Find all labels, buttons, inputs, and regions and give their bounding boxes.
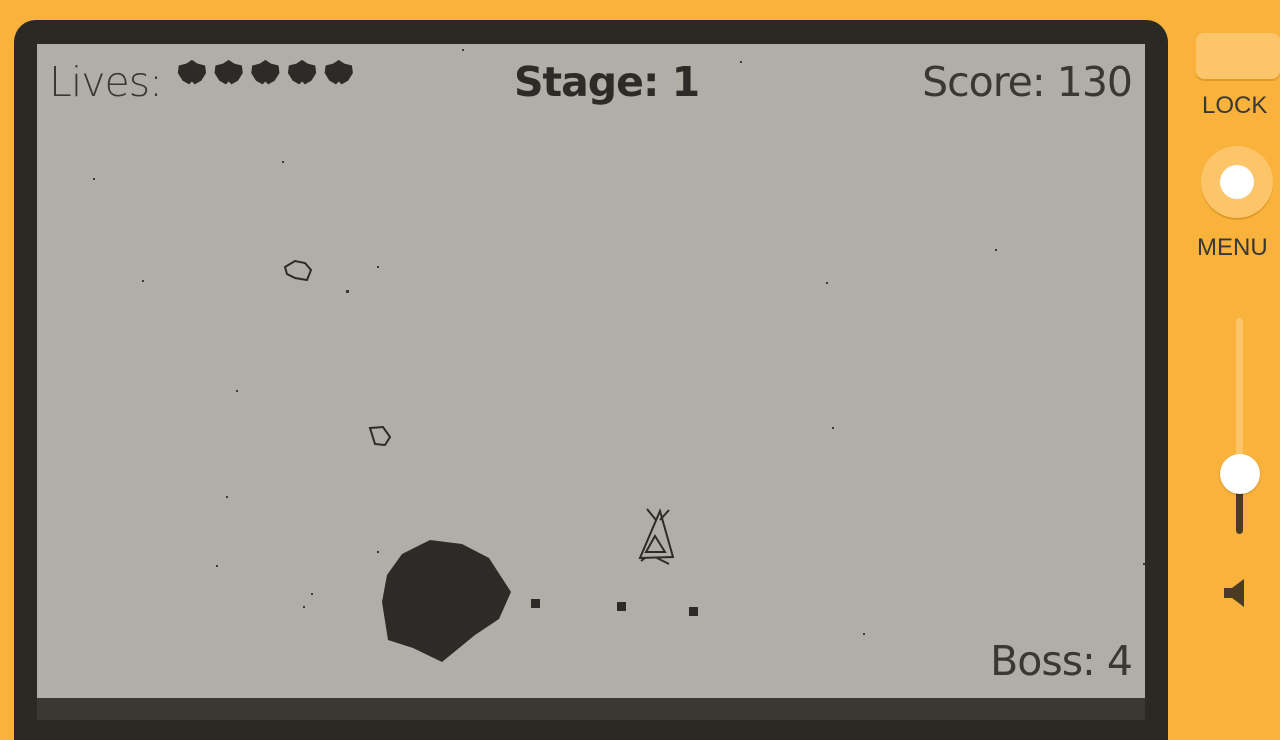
- lock-label: LOCK: [1202, 92, 1268, 119]
- star-field: [93, 49, 1145, 635]
- life-icon: [214, 59, 243, 85]
- life-icon: [324, 59, 353, 85]
- boss-counter: Boss: 4: [990, 637, 1133, 685]
- small-asteroid: [283, 259, 313, 282]
- volume-slider-knob[interactable]: [1220, 454, 1260, 494]
- boss-bullet: [617, 602, 626, 611]
- menu-button[interactable]: [1201, 146, 1273, 218]
- small-asteroid: [368, 425, 392, 447]
- lives-icons: [177, 59, 353, 85]
- game-device: Lives: Stage: 1 Score: 130 Boss: 4 LOCK …: [0, 0, 1280, 740]
- game-screen[interactable]: Lives: Stage: 1 Score: 130 Boss: 4: [37, 44, 1145, 698]
- menu-label: MENU: [1197, 234, 1268, 261]
- menu-button-center: [1220, 165, 1254, 199]
- score-display: Score: 130: [922, 58, 1133, 106]
- player-ship: [638, 507, 675, 565]
- screen-bottom-edge: [37, 698, 1145, 720]
- lives-label: Lives:: [49, 58, 163, 106]
- boss-bullet: [689, 607, 698, 616]
- life-icon: [287, 59, 317, 85]
- volume-slider-track[interactable]: [1236, 318, 1243, 534]
- boss-bullet: [531, 599, 540, 608]
- speaker-icon[interactable]: [1222, 576, 1250, 610]
- life-icon: [177, 59, 207, 85]
- lock-button[interactable]: [1196, 33, 1280, 79]
- boss-asteroid: [382, 540, 511, 662]
- life-icon: [251, 59, 280, 85]
- stage-indicator: Stage: 1: [514, 58, 700, 106]
- playfield: [93, 49, 1145, 662]
